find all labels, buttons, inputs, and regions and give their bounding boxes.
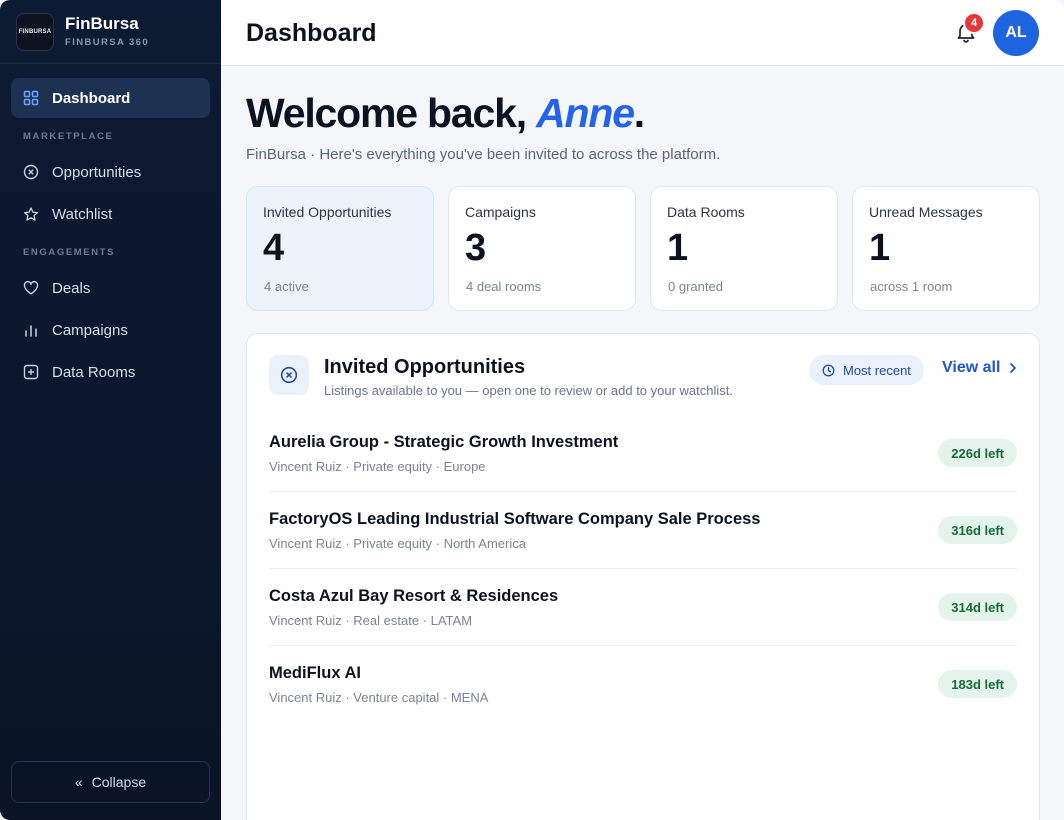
plus-square-icon <box>23 364 39 380</box>
stat-value: 4 <box>263 227 285 269</box>
stat-value: 3 <box>465 227 487 269</box>
view-all-link[interactable]: View all <box>942 359 1017 377</box>
list-item[interactable]: Costa Azul Bay Resort & Residences Vince… <box>269 569 1017 646</box>
days-left-badge: 314d left <box>938 593 1017 621</box>
list-item[interactable]: MediFlux AI Vincent Ruiz · Venture capit… <box>269 646 1017 723</box>
brand-text: FinBursa FINBURSA 360 <box>65 14 150 49</box>
brand[interactable]: FINBURSA FinBursa FINBURSA 360 <box>0 0 221 64</box>
sidebar-nav: Dashboard MARKETPLACE Opportunities Watc… <box>0 64 221 392</box>
heart-icon <box>23 280 39 296</box>
stat-sub: 0 granted <box>668 279 723 294</box>
brand-name: FinBursa <box>65 14 139 33</box>
stats-row: Invited Opportunities 4 4 active Campaig… <box>246 186 1040 311</box>
opportunity-meta: Vincent Ruiz · Private equity · Europe <box>269 459 486 474</box>
collapse-button[interactable]: « Collapse <box>11 761 210 803</box>
avatar[interactable]: AL <box>993 10 1039 56</box>
sidebar-item-label: Dashboard <box>52 89 131 107</box>
welcome-subtitle: FinBursa · Here's everything you've been… <box>246 146 721 163</box>
stat-label: Data Rooms <box>667 204 745 220</box>
notification-badge: 4 <box>963 12 985 34</box>
welcome-suffix: . <box>633 90 645 136</box>
invited-opportunities-panel: Invited Opportunities Listings available… <box>246 333 1040 820</box>
stat-card-data-rooms[interactable]: Data Rooms 1 0 granted <box>650 186 838 311</box>
stat-card-unread-messages[interactable]: Unread Messages 1 across 1 room <box>852 186 1040 311</box>
panel-title: Invited Opportunities <box>324 356 526 378</box>
panel-description: Listings available to you — open one to … <box>324 383 734 398</box>
circle-x-icon <box>269 355 309 395</box>
stat-label: Invited Opportunities <box>263 204 392 220</box>
view-all-label: View all <box>942 359 1001 376</box>
welcome-heading: Welcome back, Anne. <box>246 90 645 137</box>
opportunity-title: MediFlux AI <box>269 664 361 682</box>
stat-label: Campaigns <box>465 204 536 220</box>
double-chevron-left-icon: « <box>74 774 83 790</box>
list-item[interactable]: FactoryOS Leading Industrial Software Co… <box>269 492 1017 569</box>
opportunity-title: Aurelia Group - Strategic Growth Investm… <box>269 433 619 451</box>
sidebar-item-label: Campaigns <box>52 321 128 339</box>
sort-label: Most recent <box>843 362 911 378</box>
list-item[interactable]: Aurelia Group - Strategic Growth Investm… <box>269 415 1017 492</box>
sidebar-item-watchlist[interactable]: Watchlist <box>11 194 210 234</box>
sidebar: FINBURSA FinBursa FINBURSA 360 Dashboard… <box>0 0 221 820</box>
stat-value: 1 <box>869 227 891 269</box>
sidebar-item-label: Watchlist <box>52 205 113 223</box>
clock-icon <box>822 364 835 377</box>
stat-sub: 4 active <box>264 279 309 294</box>
page-title: Dashboard <box>246 19 377 47</box>
opportunity-title: Costa Azul Bay Resort & Residences <box>269 587 559 605</box>
sidebar-item-label: Deals <box>52 279 91 297</box>
stat-card-invited-opportunities[interactable]: Invited Opportunities 4 4 active <box>246 186 434 311</box>
opportunity-title: FactoryOS Leading Industrial Software Co… <box>269 510 761 528</box>
sidebar-item-deals[interactable]: Deals <box>11 268 210 308</box>
section-marketplace: MARKETPLACE <box>23 130 114 142</box>
sidebar-item-data-rooms[interactable]: Data Rooms <box>11 352 210 392</box>
days-left-badge: 183d left <box>938 670 1017 698</box>
sidebar-item-campaigns[interactable]: Campaigns <box>11 310 210 350</box>
sidebar-item-opportunities[interactable]: Opportunities <box>11 152 210 192</box>
sidebar-item-label: Data Rooms <box>52 363 136 381</box>
sidebar-item-dashboard[interactable]: Dashboard <box>11 78 210 118</box>
stat-card-campaigns[interactable]: Campaigns 3 4 deal rooms <box>448 186 636 311</box>
opportunity-meta: Vincent Ruiz · Private equity · North Am… <box>269 536 526 551</box>
bar-chart-icon <box>23 322 39 338</box>
chevron-right-icon <box>1009 362 1017 374</box>
days-left-badge: 226d left <box>938 439 1017 467</box>
section-engagements: ENGAGEMENTS <box>23 246 116 258</box>
welcome-name: Anne <box>536 90 635 136</box>
star-icon <box>23 206 39 222</box>
stat-sub: across 1 room <box>870 279 953 294</box>
brand-subtitle: FINBURSA 360 <box>65 37 150 48</box>
opportunity-meta: Vincent Ruiz · Venture capital · MENA <box>269 690 489 705</box>
stat-sub: 4 deal rooms <box>466 279 542 294</box>
stat-label: Unread Messages <box>869 204 983 220</box>
grid-icon <box>23 90 39 106</box>
days-left-badge: 316d left <box>938 516 1017 544</box>
opportunity-meta: Vincent Ruiz · Real estate · LATAM <box>269 613 473 628</box>
sort-most-recent-button[interactable]: Most recent <box>809 355 924 385</box>
circle-x-icon <box>23 164 39 180</box>
opportunity-list: Aurelia Group - Strategic Growth Investm… <box>269 415 1017 723</box>
welcome-prefix: Welcome back, <box>246 90 537 136</box>
brand-logo: FINBURSA <box>16 12 54 51</box>
sidebar-item-label: Opportunities <box>52 163 142 181</box>
collapse-label: Collapse <box>91 774 147 790</box>
stat-value: 1 <box>667 227 689 269</box>
top-header: Dashboard 4 AL <box>221 0 1064 66</box>
